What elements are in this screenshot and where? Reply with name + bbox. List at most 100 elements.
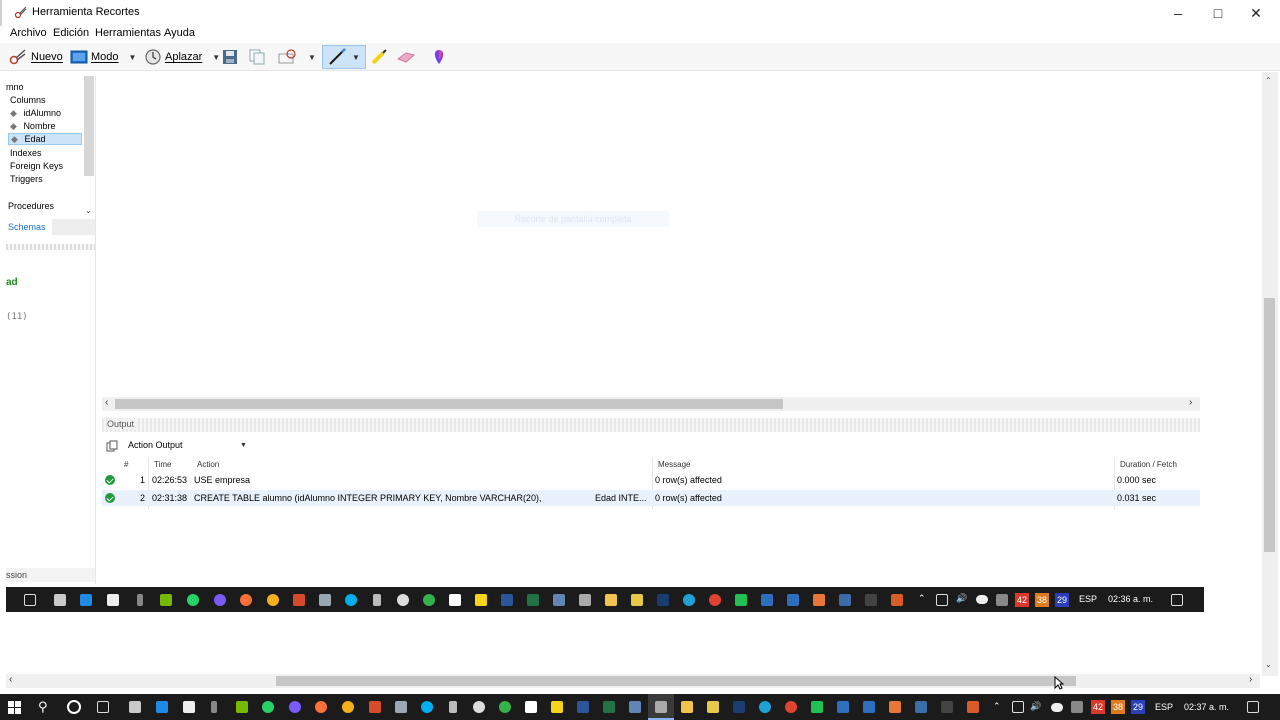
foreign-keys-node[interactable]: Foreign Keys <box>10 161 63 171</box>
excel-icon[interactable] <box>527 594 539 606</box>
vertical-scrollbar[interactable]: ⌃ ⌄ <box>1262 72 1278 676</box>
file-explorer-icon[interactable] <box>681 701 693 713</box>
triggers-node[interactable]: Triggers <box>10 174 43 184</box>
app-icon[interactable] <box>319 594 331 606</box>
store-icon[interactable] <box>107 594 119 606</box>
app-icon[interactable] <box>293 594 305 606</box>
minimize-button[interactable]: – <box>1158 0 1198 26</box>
app-icon[interactable] <box>342 701 354 713</box>
editor-hscroll-thumb[interactable] <box>115 399 783 409</box>
scroll-left-icon[interactable]: ‹ <box>105 397 108 408</box>
app-icon[interactable] <box>267 594 279 606</box>
snipping-tool-taskbar-button[interactable] <box>648 694 674 720</box>
word-icon[interactable] <box>501 594 513 606</box>
mysql-workbench-icon[interactable] <box>839 594 851 606</box>
scroll-left-icon[interactable]: ‹ <box>9 674 12 685</box>
chevron-up-icon[interactable]: ⌃ <box>993 701 1001 712</box>
tree-scroll-thumb[interactable] <box>84 76 94 176</box>
app-icon[interactable] <box>941 701 953 713</box>
app-icon[interactable] <box>449 701 457 713</box>
app-icon[interactable] <box>449 594 461 606</box>
skype-icon[interactable] <box>345 594 357 606</box>
schemas-tab[interactable]: Schemas <box>6 219 52 235</box>
app-icon[interactable] <box>813 594 825 606</box>
nvidia-icon[interactable] <box>236 701 248 713</box>
nuevo-button[interactable]: Nuevo <box>8 45 63 69</box>
sql-editor[interactable]: Recorte de pantalla completa <box>100 76 1204 398</box>
chrome-icon[interactable] <box>785 701 797 713</box>
procedures-node[interactable]: Procedures <box>8 201 54 211</box>
badge-red[interactable]: 42 <box>1015 593 1029 607</box>
chevron-up-icon[interactable]: ⌃ <box>918 593 926 604</box>
app-icon[interactable] <box>553 594 565 606</box>
badge-orange[interactable]: 38 <box>1111 700 1125 714</box>
highlighter-button[interactable] <box>370 45 391 69</box>
app-icon[interactable] <box>891 594 903 606</box>
file-explorer-icon[interactable] <box>605 594 617 606</box>
snipping-tool-icon[interactable] <box>579 594 591 606</box>
scroll-up-icon[interactable]: ⌃ <box>1265 76 1272 85</box>
edge-icon[interactable] <box>683 594 695 606</box>
sticky-notes-icon[interactable] <box>475 594 487 606</box>
send-dropdown-caret[interactable]: ▼ <box>308 53 316 62</box>
col-header-num[interactable]: # <box>124 460 128 469</box>
app-icon[interactable] <box>787 594 799 606</box>
app-icon[interactable] <box>865 594 877 606</box>
language-indicator[interactable]: ESP <box>1079 594 1097 604</box>
menu-archivo[interactable]: Archivo <box>10 27 47 39</box>
column-item[interactable]: ◆ Nombre <box>10 121 55 132</box>
chrome-icon[interactable] <box>709 594 721 606</box>
output-selector-caret[interactable]: ▼ <box>240 442 247 449</box>
send-button[interactable]: ▼ <box>277 45 316 69</box>
task-view-icon[interactable] <box>24 594 36 606</box>
window-hscrollbar[interactable]: ‹ › <box>6 674 1260 688</box>
badge-blue[interactable]: 29 <box>1131 700 1145 714</box>
app-icon[interactable] <box>996 594 1008 606</box>
app-icon[interactable] <box>499 701 511 713</box>
cloud-icon[interactable] <box>1051 703 1063 712</box>
podcast-icon[interactable] <box>289 701 301 713</box>
scroll-right-icon[interactable]: › <box>1189 397 1192 408</box>
app-icon[interactable] <box>373 594 381 606</box>
indexes-node[interactable]: Indexes <box>10 148 42 158</box>
app-icon[interactable] <box>811 701 823 713</box>
badge-red[interactable]: 42 <box>1091 700 1105 714</box>
task-view-icon[interactable] <box>97 701 109 713</box>
tree-scroll-down-icon[interactable]: ⌄ <box>85 206 92 215</box>
app-icon[interactable] <box>889 701 901 713</box>
close-button[interactable]: ✕ <box>1236 0 1276 26</box>
app-icon[interactable] <box>837 701 849 713</box>
usb-icon[interactable] <box>211 701 217 713</box>
mysql-workbench-icon[interactable] <box>915 701 927 713</box>
column-item-selected[interactable]: ◆ Edad <box>8 133 82 145</box>
badge-orange[interactable]: 38 <box>1035 593 1049 607</box>
app-icon[interactable] <box>629 701 641 713</box>
table-node[interactable]: mno <box>6 82 24 92</box>
app-icon[interactable] <box>423 594 435 606</box>
nvidia-icon[interactable] <box>160 594 172 606</box>
menu-ayuda[interactable]: Ayuda <box>164 27 195 39</box>
pen-button[interactable]: ▼ <box>322 45 366 69</box>
copy-output-icon[interactable] <box>106 440 118 452</box>
app-icon[interactable] <box>395 701 407 713</box>
col-header-duration[interactable]: Duration / Fetch <box>1120 460 1177 469</box>
skype-icon[interactable] <box>421 701 433 713</box>
mail-icon[interactable] <box>156 701 168 713</box>
steam-icon[interactable] <box>657 594 669 606</box>
paint3d-button[interactable] <box>430 45 451 69</box>
editor-hscrollbar[interactable]: ‹ › <box>102 397 1200 411</box>
steam-icon[interactable] <box>733 701 745 713</box>
app-icon[interactable] <box>369 701 381 713</box>
modo-button[interactable]: Modo ▼ <box>70 45 136 69</box>
menu-edicion[interactable]: Edición <box>53 27 89 39</box>
search-app-icon[interactable] <box>397 594 409 606</box>
excel-icon[interactable] <box>603 701 615 713</box>
output-row[interactable]: 1 02:26:53 USE empresa 0 row(s) affected… <box>102 472 1200 488</box>
app-icon[interactable] <box>761 594 773 606</box>
session-tab[interactable]: ssion <box>6 570 27 580</box>
output-row[interactable]: 2 02:31:38 CREATE TABLE alumno (idAlumno… <box>102 490 1200 506</box>
app-icon[interactable] <box>707 701 719 713</box>
aplazar-dropdown-caret[interactable]: ▼ <box>212 53 220 62</box>
copy-button[interactable] <box>249 45 268 69</box>
store-icon[interactable] <box>183 701 195 713</box>
